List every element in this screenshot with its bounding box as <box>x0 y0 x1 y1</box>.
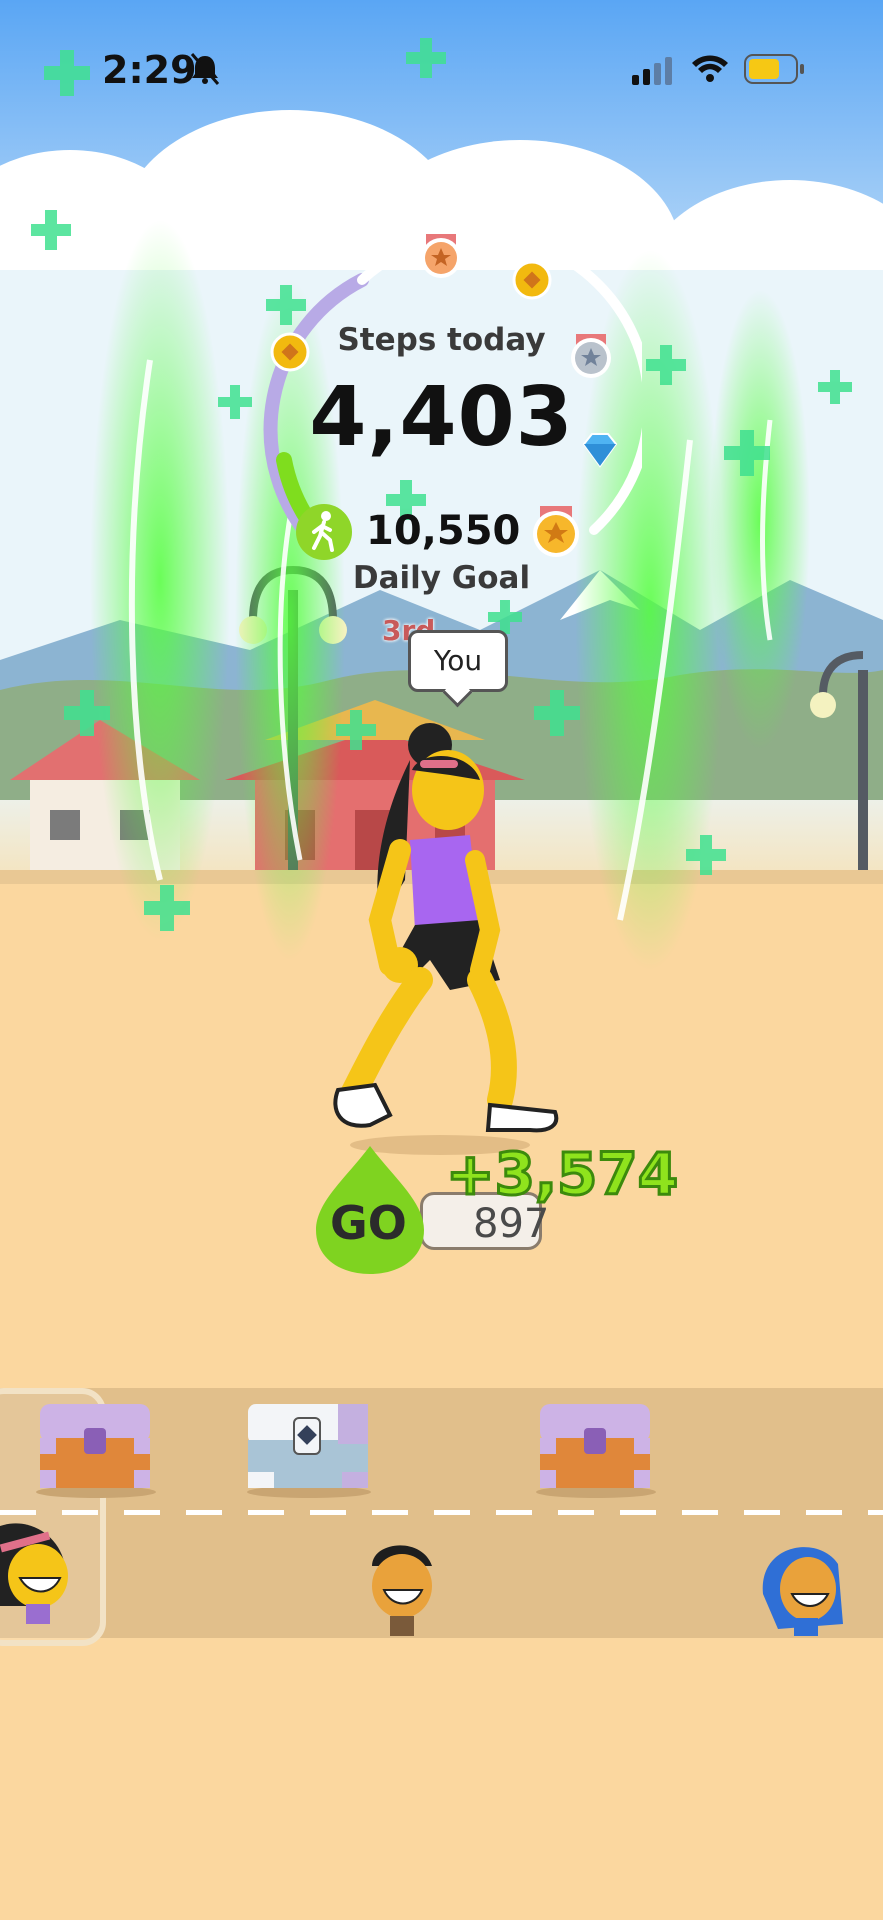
track-lane-divider <box>0 1510 883 1515</box>
cellular-signal-icon <box>632 57 672 85</box>
steps-today-label: Steps today <box>337 322 546 358</box>
daily-goal-value: 10,550 <box>366 508 521 554</box>
racer-avatar[interactable] <box>362 1536 442 1646</box>
player-character[interactable] <box>330 720 570 1160</box>
medal-bronze-icon <box>421 234 461 278</box>
go-coin-label: GO <box>330 1196 407 1250</box>
racer-avatar[interactable] <box>758 1534 848 1644</box>
steps-today-value: 4,403 <box>309 370 574 465</box>
daily-goal-label: Daily Goal <box>352 560 531 596</box>
medal-gold-icon <box>533 506 579 557</box>
walking-icon <box>296 504 352 560</box>
app-screen: Steps today 4,403 10,550 Daily Goal 3rd … <box>0 0 883 1920</box>
reward-chest-icon[interactable] <box>36 1404 156 1500</box>
reward-chest-icon[interactable] <box>246 1404 372 1500</box>
status-time: 2:29 <box>102 48 197 92</box>
wifi-icon <box>692 55 728 82</box>
silent-bell-icon <box>190 53 220 85</box>
player-name-bubble: You <box>408 630 508 692</box>
coin-icon <box>512 260 552 300</box>
coin-gain-amount: +3,574 <box>444 1139 679 1210</box>
player-avatar[interactable] <box>0 1516 80 1626</box>
reward-chest-icon[interactable] <box>536 1404 656 1500</box>
battery-icon <box>744 54 804 84</box>
